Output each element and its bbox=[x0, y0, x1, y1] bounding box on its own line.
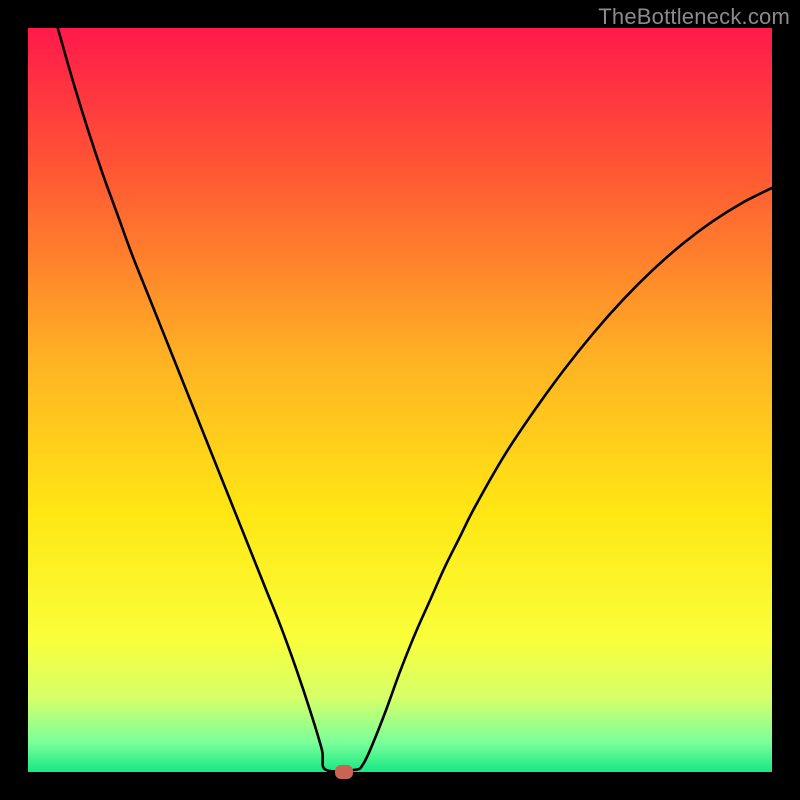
bottleneck-curve bbox=[28, 28, 772, 772]
optimal-point-marker bbox=[335, 765, 353, 779]
watermark-text: TheBottleneck.com bbox=[598, 4, 790, 30]
chart-frame bbox=[28, 28, 772, 772]
